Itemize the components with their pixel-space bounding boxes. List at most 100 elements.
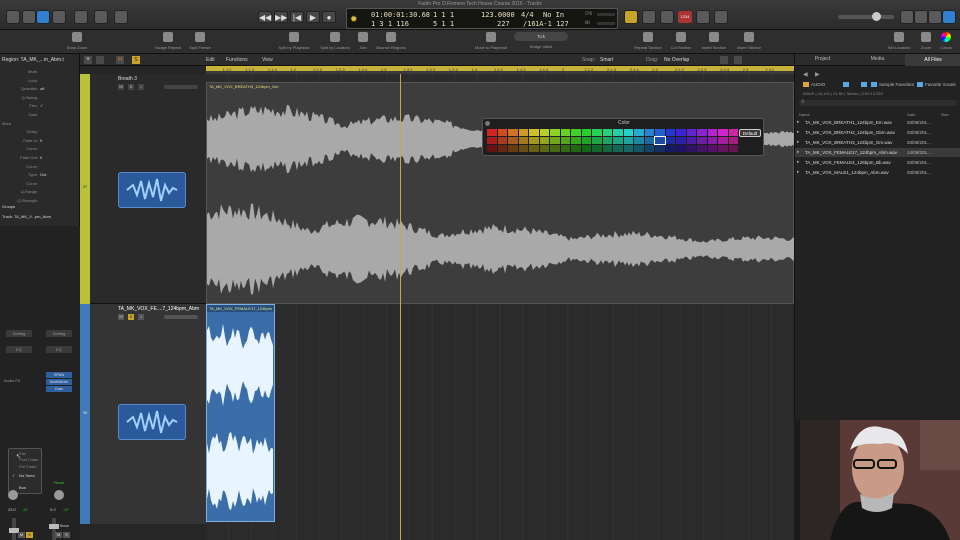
inspector-row[interactable]: Quantize: off xyxy=(2,86,78,91)
volume-1[interactable]: 23.0 xyxy=(8,507,16,512)
library-icon[interactable] xyxy=(6,10,20,24)
timeline-ruler[interactable]: 1.1.2 1.1.3 1.1.4 1.2 1.2.2 1.2.3 1.2.4 1.3 1.3.… xyxy=(206,66,794,74)
inspector-row[interactable]: Delay: xyxy=(2,129,78,134)
snap-select[interactable]: Smart xyxy=(600,57,613,63)
waveform-zoom-icon[interactable] xyxy=(734,56,742,64)
color-swatch[interactable] xyxy=(529,137,539,144)
tab-media[interactable]: Media xyxy=(850,56,905,62)
path-sample-favorites[interactable]: Sample Favorites xyxy=(879,82,914,87)
mute-button-1[interactable]: M xyxy=(18,532,25,538)
send-menu-bus[interactable]: Bus xyxy=(19,485,26,490)
column-date[interactable]: Date xyxy=(907,112,915,117)
color-swatch[interactable] xyxy=(613,129,623,136)
pan-knob-1[interactable] xyxy=(8,490,18,500)
track-header-38[interactable]: 38 TA_MK_VOX_FE....7_124bpm_Abm M S I xyxy=(80,304,206,524)
path-audio[interactable]: AUDIO xyxy=(811,82,825,87)
color-swatch[interactable] xyxy=(539,137,549,144)
tab-project[interactable]: Project xyxy=(795,56,850,62)
inspector-row[interactable]: Loop: xyxy=(2,78,78,83)
automation-read[interactable]: Read xyxy=(46,480,72,486)
forward-icon[interactable]: ▶▶ xyxy=(274,11,288,23)
add-track-icon[interactable]: + xyxy=(84,56,92,64)
bounce-regions-tool[interactable]: Bounce Regions xyxy=(374,32,408,50)
color-swatch[interactable] xyxy=(508,129,518,136)
color-swatch[interactable] xyxy=(654,136,666,145)
mute-button[interactable]: M xyxy=(118,314,124,320)
color-swatch[interactable] xyxy=(602,129,612,136)
color-swatch[interactable] xyxy=(560,129,570,136)
color-swatch[interactable] xyxy=(497,137,507,144)
span-plugin[interactable]: SPAN xyxy=(46,372,72,378)
record-icon[interactable]: ● xyxy=(322,11,336,23)
multimeter-plugin[interactable]: MultiMeter xyxy=(46,379,72,385)
send-menu-post-fader[interactable]: Post Fader xyxy=(19,457,39,462)
counter-box[interactable]: 1234 xyxy=(678,11,692,23)
solo-button-2[interactable]: S xyxy=(63,532,70,538)
setting-button-1[interactable]: Setting xyxy=(6,330,32,337)
color-swatch[interactable] xyxy=(707,145,717,152)
nudge-repeat-tool[interactable]: Nudge Repeat xyxy=(152,32,184,50)
color-swatch[interactable] xyxy=(697,145,707,152)
color-swatch[interactable] xyxy=(613,137,623,144)
inspector-row[interactable]: Type: Out xyxy=(2,172,78,177)
color-swatch[interactable] xyxy=(487,129,497,136)
track-label[interactable]: Track: TA_MK_V...pm_Abm xyxy=(2,214,78,219)
path-favorite-vocals[interactable]: Favorite Vocals xyxy=(925,82,956,87)
color-swatch[interactable] xyxy=(581,145,591,152)
file-row[interactable]: ▸ TA_MK_VOX_BREATH2_124bpm_Gbm.wav 03/08/2… xyxy=(795,128,960,137)
inspector-row-value[interactable]: 0 xyxy=(40,138,42,143)
color-swatch[interactable] xyxy=(487,145,497,152)
default-color-button[interactable]: Default xyxy=(739,129,761,137)
split-by-locators-tool[interactable]: Split by Locators xyxy=(316,32,354,50)
color-swatch[interactable] xyxy=(518,145,528,152)
color-swatch[interactable] xyxy=(560,145,570,152)
inspector-row[interactable]: Q-Swing: xyxy=(2,95,78,100)
color-swatch[interactable] xyxy=(539,145,549,152)
snap-zoom-tool[interactable]: Snap Zoom xyxy=(62,32,92,50)
smart-controls-icon[interactable] xyxy=(74,10,88,24)
track-volume-slider[interactable] xyxy=(164,315,198,319)
color-swatch[interactable] xyxy=(634,129,644,136)
color-swatch[interactable] xyxy=(728,137,738,144)
eq-button-2[interactable]: EQ xyxy=(46,346,72,353)
color-swatch[interactable] xyxy=(508,145,518,152)
color-swatch[interactable] xyxy=(676,137,686,144)
column-size[interactable]: Size xyxy=(941,112,949,117)
replace-icon[interactable] xyxy=(642,10,656,24)
inspector-row-value[interactable]: ✓ xyxy=(40,103,43,108)
input-monitor-button[interactable]: I xyxy=(138,314,144,320)
split-by-playhead-tool[interactable]: Split by Playhead xyxy=(274,32,314,50)
file-row[interactable]: ▸ TA_MK_VOX_BREATH1_124bpm_Em.wav 03/08/20… xyxy=(795,118,960,127)
color-swatch[interactable] xyxy=(487,137,497,144)
color-swatch[interactable] xyxy=(623,137,633,144)
color-swatch[interactable] xyxy=(665,129,675,136)
color-swatch[interactable] xyxy=(655,129,665,136)
gain-plugin[interactable]: Gain xyxy=(46,386,72,392)
color-swatch[interactable] xyxy=(623,145,633,152)
search-field[interactable]: ⚲ xyxy=(799,99,957,106)
file-row[interactable]: ▸ TA_MK_VOX_FEMALE4_126bpm_Bb.wav 03/08/20… xyxy=(795,158,960,167)
color-swatch[interactable] xyxy=(592,145,602,152)
lcd-display[interactable]: ✹ 01:00:01:30.68 1 3 1 116 1 1 1 5 1 1 1… xyxy=(346,8,618,29)
color-swatch[interactable] xyxy=(529,129,539,136)
nudge-value-tool[interactable]: Tick Nudge Value xyxy=(514,32,568,49)
edit-menu[interactable]: Edit xyxy=(206,57,215,63)
column-name[interactable]: Name xyxy=(799,112,810,117)
color-swatch[interactable] xyxy=(529,145,539,152)
color-swatch[interactable] xyxy=(592,137,602,144)
inspector-row[interactable]: More xyxy=(2,121,78,126)
setting-button-2[interactable]: Setting xyxy=(46,330,72,337)
color-swatch[interactable] xyxy=(550,129,560,136)
mute-button[interactable]: M xyxy=(118,84,124,90)
file-row[interactable]: ▸ TA_MK_VOX_FEMALE17_124bpm_Abm.wav 14/09/… xyxy=(795,148,960,157)
color-swatch[interactable] xyxy=(697,137,707,144)
inspector-icon[interactable] xyxy=(22,10,36,24)
eq-button-1[interactable]: EQ xyxy=(6,346,32,353)
arrange-area[interactable]: TA_MK_VOX_BREATH3_124bpm_Gm TA_MK_VOX_FE… xyxy=(206,74,795,540)
solo-global-button[interactable]: S xyxy=(132,56,140,64)
color-swatch[interactable] xyxy=(707,129,717,136)
color-swatch[interactable] xyxy=(550,145,560,152)
color-swatch[interactable] xyxy=(634,137,644,144)
rewind-icon[interactable]: ◀◀ xyxy=(258,11,272,23)
color-swatch[interactable] xyxy=(613,145,623,152)
